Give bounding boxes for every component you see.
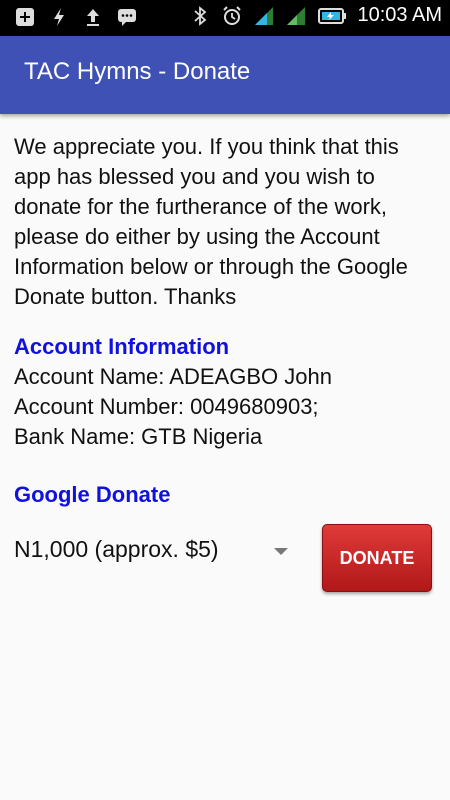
status-bar-time: 10:03 AM xyxy=(357,4,442,26)
donate-content: We appreciate you. If you think that thi… xyxy=(14,132,436,596)
amount-spinner[interactable]: N1,000 (approx. $5) xyxy=(14,536,219,563)
status-bar: 10:03 AM xyxy=(0,0,450,36)
signal-2-icon xyxy=(287,6,306,25)
status-bar-right-icons: 10:03 AM xyxy=(189,4,442,27)
account-information-heading: Account Information xyxy=(14,334,230,359)
signal-icon xyxy=(255,6,274,25)
bluetooth-icon xyxy=(194,5,207,26)
battery-icon xyxy=(318,7,347,24)
account-number: Account Number: 0049680903; xyxy=(14,394,319,419)
donate-button[interactable]: DONATE xyxy=(322,524,432,592)
dropdown-caret-icon[interactable] xyxy=(274,548,288,555)
google-donate-heading: Google Donate xyxy=(14,482,171,507)
add-box-icon xyxy=(16,8,34,26)
app-bar: TAC Hymns - Donate xyxy=(0,36,450,114)
account-name: Account Name: ADEAGBO John xyxy=(14,364,332,389)
alarm-icon xyxy=(223,5,242,25)
flash-icon xyxy=(54,8,64,26)
bank-name: Bank Name: GTB Nigeria xyxy=(14,424,263,449)
upload-icon xyxy=(87,9,99,26)
status-bar-left-icons xyxy=(14,6,138,28)
donate-row: N1,000 (approx. $5) DONATE xyxy=(14,524,436,596)
intro-text: We appreciate you. If you think that thi… xyxy=(14,134,408,309)
app-title: TAC Hymns - Donate xyxy=(24,58,251,85)
chat-icon xyxy=(118,9,136,26)
